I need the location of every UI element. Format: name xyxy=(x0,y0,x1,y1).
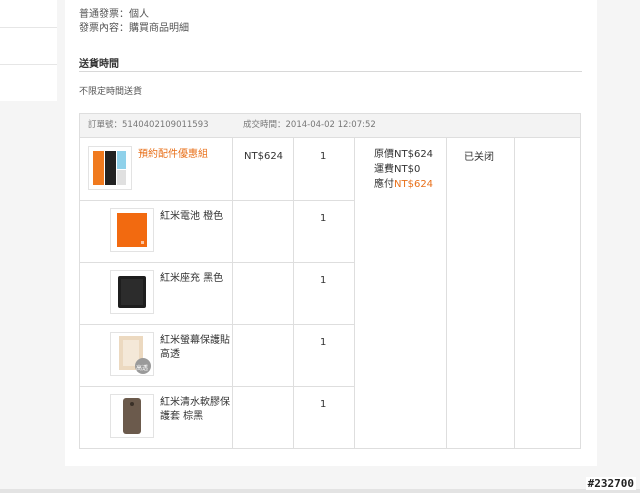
item-name[interactable]: 紅米電池 橙色 xyxy=(160,210,232,224)
order-header: 訂單號：5140402109011593 成交時間：2014-04-02 12:… xyxy=(80,114,580,138)
item-name[interactable]: 紅米清水軟膠保護套 棕黑 xyxy=(160,396,232,424)
item-name[interactable]: 紅米螢幕保護貼 高透 xyxy=(160,334,232,362)
item-qty: 1 xyxy=(320,399,327,410)
shipping-fee: 運費NT$0 xyxy=(374,164,421,175)
column-divider xyxy=(232,138,233,448)
invoice-content: 發票內容：購買商品明細 xyxy=(79,23,189,34)
item-thumbnail[interactable] xyxy=(110,394,154,438)
item-thumbnail[interactable] xyxy=(110,270,154,314)
bundle-qty: 1 xyxy=(320,151,327,162)
payable-label: 應付 xyxy=(374,179,394,190)
row-divider xyxy=(80,200,354,201)
item-qty: 1 xyxy=(320,337,327,348)
order-number: 訂單號：5140402109011593 xyxy=(88,120,209,130)
item-thumbnail[interactable] xyxy=(110,208,154,252)
delivery-time: 不限定時間送貨 xyxy=(79,87,143,97)
bundle-thumbnail[interactable] xyxy=(88,146,132,190)
column-divider xyxy=(514,138,515,448)
column-divider xyxy=(293,138,294,448)
delivery-title: 送貨時間 xyxy=(79,59,119,70)
payable-amount: 應付NT$624 xyxy=(374,177,433,192)
watermark: #232700 xyxy=(585,477,636,490)
item-qty: 1 xyxy=(320,213,327,224)
item-name[interactable]: 紅米座充 黑色 xyxy=(160,272,232,286)
order-time: 成交時間：2014-04-02 12:07:52 xyxy=(243,120,376,130)
section-divider xyxy=(79,71,582,72)
bundle-name[interactable]: 預約配件優惠組 xyxy=(138,148,210,162)
column-divider xyxy=(446,138,447,448)
bundle-price: NT$624 xyxy=(244,151,284,162)
black-charger-icon xyxy=(118,276,146,308)
order-table: 訂單號：5140402109011593 成交時間：2014-04-02 12:… xyxy=(79,113,581,449)
protector-badge: 高透 xyxy=(136,365,149,372)
invoice-type: 普通發票：個人 xyxy=(79,9,149,20)
sidebar-divider xyxy=(0,64,57,65)
row-divider xyxy=(80,386,354,387)
order-status: 已关闭 xyxy=(464,152,494,163)
bundle-image-icon xyxy=(93,151,126,185)
column-divider xyxy=(354,138,355,448)
brown-case-icon xyxy=(123,398,141,434)
original-price: 原價NT$624 xyxy=(374,149,434,160)
sidebar-divider xyxy=(0,27,57,28)
price-summary: 原價NT$624 運費NT$0 應付NT$624 xyxy=(374,147,433,192)
payable-value: NT$624 xyxy=(394,179,434,190)
order-detail-panel: 普通發票：個人 發票內容：購買商品明細 送貨時間 不限定時間送貨 訂單號：514… xyxy=(65,0,597,466)
orange-battery-icon xyxy=(117,213,147,247)
row-divider xyxy=(80,262,354,263)
invoice-info: 普通發票：個人 發票內容：購買商品明細 xyxy=(79,8,189,36)
left-sidebar xyxy=(0,0,57,101)
bottom-bar xyxy=(0,489,640,493)
row-divider xyxy=(80,324,354,325)
item-qty: 1 xyxy=(320,275,327,286)
